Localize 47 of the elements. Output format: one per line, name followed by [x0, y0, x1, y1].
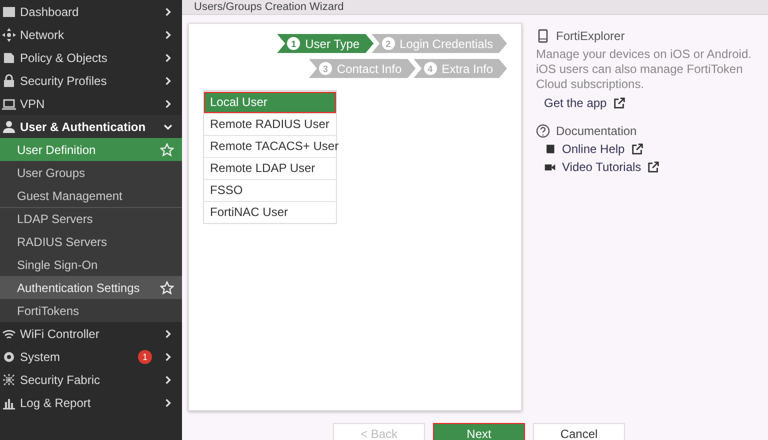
nav-item[interactable]: Policy & Objects [0, 46, 182, 69]
user-type-option[interactable]: FSSO [204, 179, 336, 201]
nav-subitem[interactable]: Guest Management [0, 184, 182, 207]
description-text: Manage your devices on iOS or Android. iOS users can also manage FortiToken Cloud subscriptions. [536, 47, 752, 92]
documentation-link[interactable]: Online Help [562, 142, 625, 156]
user-type-option[interactable]: Local User [204, 91, 336, 113]
network-icon [2, 28, 16, 42]
nav-item[interactable]: User & Authentication [0, 115, 182, 138]
nav-subitem[interactable]: User Definition [0, 138, 182, 161]
nav-subitem[interactable]: Single Sign-On [0, 253, 182, 276]
nav-item[interactable]: Network [0, 23, 182, 46]
user-type-option[interactable]: FortiNAC User [204, 201, 336, 223]
nav-subitem[interactable]: Authentication Settings [0, 276, 182, 299]
nav-item[interactable]: Dashboard [0, 0, 182, 23]
nav-subitem[interactable]: User Groups [0, 161, 182, 184]
documentation-link[interactable]: Video Tutorials [562, 160, 642, 174]
get-app-link[interactable]: Get the app [544, 96, 607, 110]
wizard-step[interactable]: 1 User Type [277, 34, 374, 53]
wizard-title: Users/Groups Creation Wizard [182, 0, 768, 15]
notification-badge: 1 [138, 350, 152, 364]
nav-subitem[interactable]: RADIUS Servers [0, 230, 182, 253]
user-type-option[interactable]: Remote TACACS+ User [204, 135, 336, 157]
phone-icon [536, 29, 550, 43]
user-type-option[interactable]: Remote RADIUS User [204, 113, 336, 135]
nav-item[interactable]: Security Fabric [0, 368, 182, 391]
help-icon [536, 124, 550, 138]
nav-item[interactable]: Security Profiles [0, 69, 182, 92]
external-link-icon [647, 160, 660, 174]
nav-item[interactable]: Log & Report [0, 391, 182, 414]
nav-subitem[interactable]: FortiTokens [0, 299, 182, 322]
nav-subitem[interactable]: LDAP Servers [0, 207, 182, 230]
section-title: Documentation [556, 124, 637, 138]
star-icon [160, 280, 174, 294]
wizard-button[interactable]: Cancel [533, 423, 625, 440]
laptop-icon [2, 96, 16, 110]
document-icon [2, 50, 16, 64]
star-icon [160, 142, 174, 156]
user-type-option[interactable]: Remote LDAP User [204, 157, 336, 179]
next-button[interactable]: Next [433, 423, 525, 440]
nav-item[interactable]: WiFi Controller [0, 322, 182, 345]
lock-icon [2, 74, 16, 88]
user-icon [2, 120, 16, 134]
external-link-icon [612, 96, 626, 110]
section-title: FortiExplorer [556, 29, 625, 43]
nav-item[interactable]: System 1 [0, 345, 182, 368]
external-link-icon [630, 142, 644, 156]
nav-item[interactable]: VPN [0, 92, 182, 115]
